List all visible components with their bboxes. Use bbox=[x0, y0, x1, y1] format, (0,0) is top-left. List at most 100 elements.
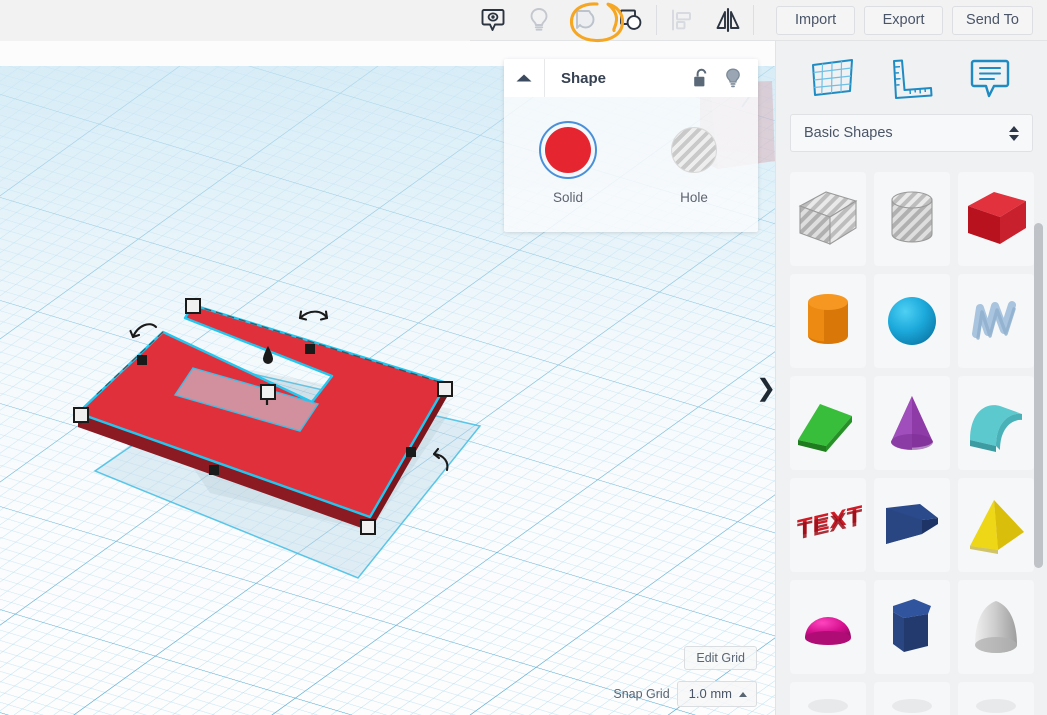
paraboloid-icon bbox=[975, 601, 1017, 653]
solid-shape-icon-button[interactable] bbox=[562, 0, 608, 41]
shape-item-box-hole[interactable] bbox=[790, 172, 866, 266]
shape-item-scribble[interactable] bbox=[958, 274, 1034, 368]
chevron-up-icon bbox=[516, 74, 532, 82]
snap-grid-select[interactable]: 1.0 mm bbox=[676, 681, 757, 707]
toolbar-divider bbox=[656, 5, 657, 35]
shape-item-hexagon[interactable] bbox=[874, 580, 950, 674]
lightbulb-icon bbox=[530, 8, 548, 31]
sidebar-tabs bbox=[776, 41, 1047, 114]
hexagon-icon bbox=[893, 599, 931, 652]
note-icon bbox=[970, 59, 1010, 97]
half-sphere-icon bbox=[805, 617, 851, 645]
cylinder-icon bbox=[808, 294, 848, 344]
shape-item-text[interactable]: TEXT TEXT bbox=[790, 478, 866, 572]
shape-panel-collapse-button[interactable] bbox=[504, 59, 545, 97]
import-button[interactable]: Import bbox=[776, 5, 856, 35]
shape-panel-body: Solid Hole bbox=[504, 97, 758, 232]
sidebar-scrollbar[interactable] bbox=[1034, 171, 1043, 711]
shape-item-partial-3[interactable] bbox=[958, 682, 1034, 715]
toolbar-action-buttons: Import Export Send To bbox=[776, 5, 1047, 35]
workplane-icon bbox=[812, 58, 854, 96]
box-hole-icon bbox=[798, 191, 858, 245]
shape-item-box[interactable] bbox=[958, 172, 1034, 266]
shape-item-cylinder-hole[interactable] bbox=[874, 172, 950, 266]
shape-option-solid[interactable]: Solid bbox=[533, 121, 603, 205]
right-sidebar: Basic Shapes TEXT TEXT bbox=[775, 41, 1047, 715]
sphere-icon bbox=[888, 297, 936, 345]
scale-handle-corner bbox=[73, 407, 89, 423]
lightbulb-icon-button[interactable] bbox=[516, 0, 562, 41]
cylinder-hole-icon bbox=[891, 191, 933, 243]
shape-panel-title: Shape bbox=[561, 69, 607, 87]
group-shapes-icon bbox=[620, 9, 642, 30]
shape-item-wedge[interactable] bbox=[874, 478, 950, 572]
sidebar-scrollbar-thumb[interactable] bbox=[1034, 223, 1043, 568]
shape-option-hole[interactable]: Hole bbox=[659, 121, 729, 205]
shape-item-partial-2[interactable] bbox=[874, 682, 950, 715]
group-shapes-icon-button[interactable] bbox=[608, 0, 654, 41]
shape-panel-icons bbox=[688, 63, 758, 93]
shape-inspector-panel: Shape Solid Hole bbox=[504, 59, 758, 232]
panel-collapse-chevron-icon[interactable]: ❯ bbox=[756, 363, 775, 413]
align-icon bbox=[672, 9, 691, 31]
top-toolbar: Import Export Send To bbox=[0, 0, 1047, 41]
toolbar-divider-2 bbox=[753, 5, 754, 35]
partial-shape-icon bbox=[892, 699, 932, 713]
shape-item-partial-1[interactable] bbox=[790, 682, 866, 715]
send-to-button[interactable]: Send To bbox=[952, 5, 1033, 35]
sidebar-tab-ruler[interactable] bbox=[882, 50, 940, 106]
shape-category-select[interactable]: Basic Shapes bbox=[790, 114, 1033, 152]
solid-swatch-ring bbox=[539, 121, 597, 179]
toolbar-tool-group bbox=[470, 0, 756, 41]
round-roof-icon bbox=[970, 405, 1022, 452]
text-icon: TEXT TEXT bbox=[797, 501, 862, 545]
comment-bubble-icon-button[interactable] bbox=[470, 0, 516, 41]
hole-swatch-ring bbox=[665, 121, 723, 179]
sidebar-tab-note[interactable] bbox=[961, 50, 1019, 106]
scribble-icon bbox=[972, 301, 1016, 340]
edit-grid-button[interactable]: Edit Grid bbox=[684, 646, 757, 670]
unlocked-padlock-icon-button[interactable] bbox=[688, 63, 714, 93]
scale-handle-edge bbox=[305, 344, 315, 354]
caret-up-icon bbox=[739, 691, 747, 697]
scale-handle-edge bbox=[406, 447, 416, 457]
hole-label: Hole bbox=[680, 190, 708, 205]
align-icon-button[interactable] bbox=[659, 0, 705, 41]
chevron-up-icon bbox=[1009, 125, 1019, 132]
solid-label: Solid bbox=[552, 190, 584, 205]
sidebar-tab-workplane[interactable] bbox=[804, 50, 862, 106]
shape-item-round-roof[interactable] bbox=[958, 376, 1034, 470]
shape-item-roof[interactable] bbox=[790, 376, 866, 470]
shape-library-grid: TEXT TEXT bbox=[776, 166, 1047, 715]
ruler-icon bbox=[893, 59, 933, 99]
cone-icon bbox=[891, 396, 933, 450]
shape-item-pyramid[interactable] bbox=[958, 478, 1034, 572]
solid-color-swatch bbox=[545, 127, 591, 173]
grid-controls: Edit Grid Snap Grid 1.0 mm bbox=[613, 646, 757, 707]
shape-item-sphere[interactable] bbox=[874, 274, 950, 368]
toolbar-left-blank bbox=[0, 0, 470, 41]
scale-handle-corner bbox=[437, 381, 453, 397]
shape-item-cylinder[interactable] bbox=[790, 274, 866, 368]
scale-handle-corner bbox=[360, 519, 376, 535]
stepper-icon bbox=[1009, 125, 1019, 141]
chevron-down-icon bbox=[1009, 134, 1019, 141]
snap-grid-row: Snap Grid 1.0 mm bbox=[613, 681, 757, 707]
snap-grid-label: Snap Grid bbox=[613, 687, 670, 701]
lightbulb-icon-button-panel[interactable] bbox=[720, 63, 746, 93]
box-icon bbox=[968, 192, 1026, 244]
scale-handle-edge bbox=[137, 355, 147, 365]
snap-grid-value: 1.0 mm bbox=[688, 686, 732, 701]
shape-panel-header: Shape bbox=[504, 59, 758, 97]
solid-shape-icon bbox=[576, 10, 595, 29]
mirror-icon-button[interactable] bbox=[705, 0, 751, 41]
partial-shape-icon bbox=[808, 699, 848, 713]
hole-hatch-swatch bbox=[671, 127, 717, 173]
lightbulb-icon bbox=[726, 68, 740, 88]
shape-item-half-sphere[interactable] bbox=[790, 580, 866, 674]
shape-item-cone[interactable] bbox=[874, 376, 950, 470]
shape-item-paraboloid[interactable] bbox=[958, 580, 1034, 674]
export-button[interactable]: Export bbox=[864, 5, 944, 35]
wedge-icon bbox=[886, 504, 938, 544]
tinkercad-editor: Import Export Send To ❯ Edit Grid Snap G… bbox=[0, 0, 1047, 715]
